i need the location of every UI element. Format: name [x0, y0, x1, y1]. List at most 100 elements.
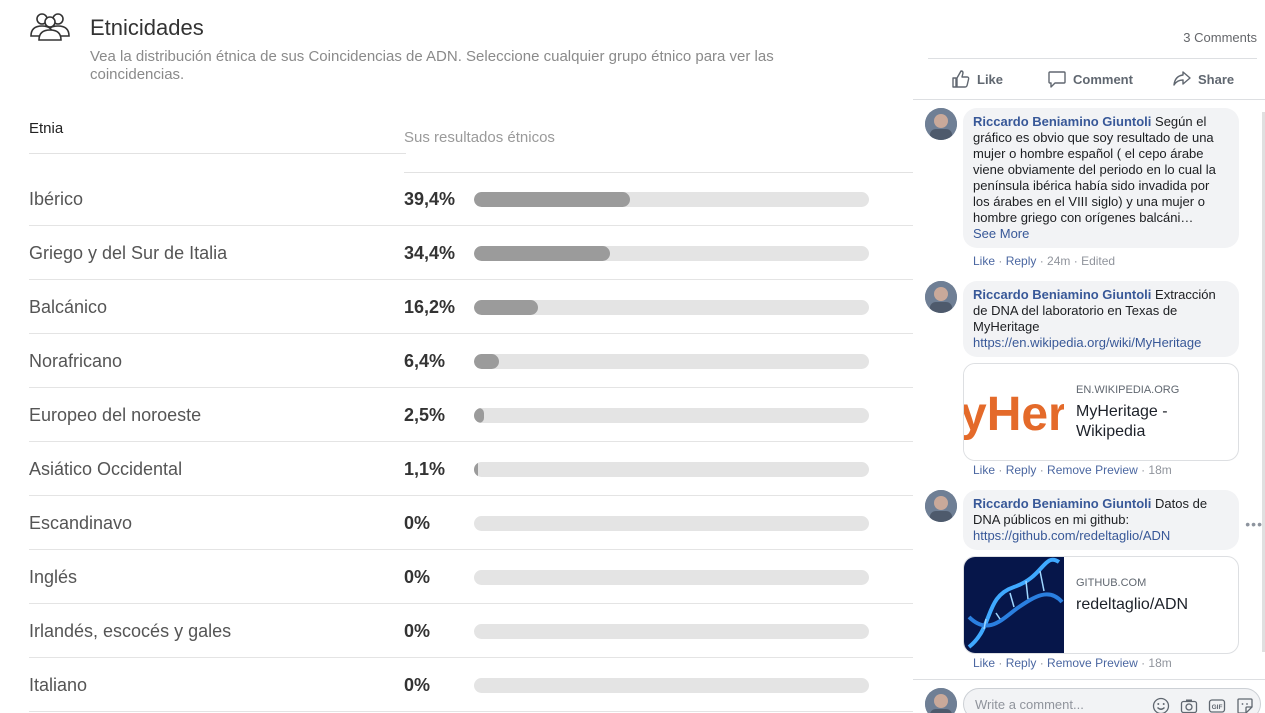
comment-input[interactable]: [975, 697, 1135, 712]
comment-meta: Like · Reply · Remove Preview · 18m: [973, 656, 1172, 670]
comments-count[interactable]: 3 Comments: [1183, 30, 1257, 45]
ethnicity-bar: [474, 246, 869, 261]
ethnicity-name: Asiático Occidental: [29, 459, 183, 479]
ethnicity-bar: [474, 516, 869, 531]
ethnicity-name: Balcánico: [29, 297, 108, 317]
preview-thumbnail: [964, 557, 1064, 653]
ethnicity-row[interactable]: Inglés 0%: [0, 550, 913, 604]
avatar[interactable]: [925, 108, 957, 140]
ethnicity-percentage: 16,2%: [404, 297, 456, 317]
ethnicity-name: Norafricano: [29, 351, 123, 371]
ethnicity-panel: Etnicidades Vea la distribución étnica d…: [0, 0, 913, 713]
my-avatar[interactable]: [925, 688, 957, 713]
ethnicity-percentage: 0%: [404, 567, 431, 587]
page-title: Etnicidades: [90, 15, 204, 40]
comment-like-link[interactable]: Like: [973, 463, 995, 477]
comment-author[interactable]: Riccardo Beniamino Giuntoli: [973, 114, 1151, 129]
remove-preview-link[interactable]: Remove Preview: [1047, 463, 1138, 477]
ethnicity-row[interactable]: Ibérico 39,4%: [0, 172, 913, 226]
emoji-icon[interactable]: [1152, 697, 1170, 713]
ethnicity-row[interactable]: Irlandés, escocés y gales 0%: [0, 604, 913, 658]
ethnicity-name: Inglés: [29, 567, 78, 587]
link-preview-github[interactable]: GITHUB.COM redeltaglio/ADN: [963, 556, 1239, 654]
comment-bubble: Riccardo Beniamino Giuntoli Datos de DNA…: [963, 490, 1239, 550]
share-label: Share: [1198, 71, 1235, 87]
camera-icon[interactable]: [1180, 697, 1198, 713]
comment-reply-link[interactable]: Reply: [1006, 254, 1037, 268]
ethnicity-row[interactable]: Griego y del Sur de Italia 34,4%: [0, 226, 913, 280]
avatar[interactable]: [925, 281, 957, 313]
comment-url-link[interactable]: https://en.wikipedia.org/wiki/MyHeritage: [973, 335, 1201, 350]
comment-like-link[interactable]: Like: [973, 656, 995, 670]
share-button[interactable]: Share: [1172, 68, 1234, 90]
divider: [928, 58, 1257, 59]
comment-like-link[interactable]: Like: [973, 254, 995, 268]
ethnicity-bar-fill: [474, 192, 630, 207]
ethnicity-bar: [474, 678, 869, 693]
ethnicity-bar: [474, 408, 869, 423]
like-label: Like: [977, 71, 1004, 87]
ethnicity-row[interactable]: Escandinavo 0%: [0, 496, 913, 550]
ethnicity-name: Escandinavo: [29, 513, 133, 533]
ethnicity-row[interactable]: Asiático Occidental 1,1%: [0, 442, 913, 496]
thumbs-up-icon: [952, 70, 970, 88]
column-header-results: Sus resultados étnicos: [404, 129, 555, 146]
ethnicity-percentage: 1,1%: [404, 459, 446, 479]
ethnicity-list: Ibérico 39,4% Griego y del Sur de Italia…: [0, 172, 913, 712]
ethnicity-name: Europeo del noroeste: [29, 405, 202, 425]
preview-domain: GITHUB.COM: [1076, 577, 1147, 589]
like-button[interactable]: Like: [951, 68, 1003, 90]
ethnicity-bar: [474, 624, 869, 639]
ethnicity-bar-fill: [474, 354, 500, 369]
comment-meta: Like · Reply · 24m · Edited: [973, 254, 1116, 268]
comment-author[interactable]: Riccardo Beniamino Giuntoli: [973, 496, 1151, 511]
comment-url-link[interactable]: https://github.com/redeltaglio/ADN: [973, 528, 1170, 543]
divider: [913, 679, 1265, 680]
comment-time: 18m: [1148, 656, 1172, 670]
ethnicity-row[interactable]: Norafricano 6,4%: [0, 334, 913, 388]
ethnicity-bar-fill: [474, 246, 610, 261]
comment-edited: Edited: [1081, 254, 1116, 268]
ethnicity-name: Griego y del Sur de Italia: [29, 243, 228, 263]
sticker-icon[interactable]: [1236, 697, 1254, 713]
comment-author[interactable]: Riccardo Beniamino Giuntoli: [973, 287, 1151, 302]
ethnicity-name: Ibérico: [29, 189, 84, 209]
share-arrow-icon: [1173, 71, 1191, 86]
preview-title: redeltaglio/ADN: [1076, 596, 1189, 613]
preview-logo-text: yHer: [964, 388, 1064, 441]
comment-composer: GIF: [963, 688, 1261, 713]
avatar-photo: [925, 688, 957, 713]
avatar[interactable]: [925, 490, 957, 522]
ethnicity-bar-fill: [474, 300, 538, 315]
link-preview-wikipedia[interactable]: yHer EN.WIKIPEDIA.ORG MyHeritage - Wikip…: [963, 363, 1239, 461]
svg-text:GIF: GIF: [1212, 704, 1223, 711]
remove-preview-link[interactable]: Remove Preview: [1047, 656, 1138, 670]
comment-meta: Like · Reply · Remove Preview · 18m: [973, 463, 1172, 477]
ethnicity-row[interactable]: Italiano 0%: [0, 658, 913, 712]
ethnicity-row[interactable]: Europeo del noroeste 2,5%: [0, 388, 913, 442]
column-header-ethnicity: Etnia: [29, 120, 64, 137]
ethnicity-percentage: 39,4%: [404, 189, 456, 209]
comment-time: 24m: [1047, 254, 1071, 268]
preview-title: MyHeritage - Wikipedia: [1076, 403, 1168, 440]
more-options-icon[interactable]: •••: [1245, 516, 1263, 532]
gif-icon[interactable]: GIF: [1208, 697, 1226, 713]
comment-text: Según el gráfico es obvio que soy result…: [973, 114, 1216, 225]
comment-time: 18m: [1148, 463, 1172, 477]
ethnicity-bar: [474, 192, 869, 207]
comment-reply-link[interactable]: Reply: [1006, 656, 1037, 670]
dna-helix-thumbnail: [964, 557, 1064, 653]
comment-reply-link[interactable]: Reply: [1006, 463, 1037, 477]
ethnicity-bar: [474, 354, 869, 369]
ethnicity-percentage: 0%: [404, 513, 431, 533]
avatar-photo: [925, 490, 957, 522]
ethnicity-percentage: 34,4%: [404, 243, 456, 263]
myheritage-logo-thumbnail: yHer: [964, 364, 1064, 460]
ethnicity-percentage: 6,4%: [404, 351, 446, 371]
ethnicity-row[interactable]: Balcánico 16,2%: [0, 280, 913, 334]
ethnicity-bar: [474, 570, 869, 585]
ethnicity-bar: [474, 300, 869, 315]
ethnicity-bar: [474, 462, 869, 477]
see-more-link[interactable]: See More: [973, 226, 1029, 241]
comment-button[interactable]: Comment: [1047, 68, 1133, 90]
